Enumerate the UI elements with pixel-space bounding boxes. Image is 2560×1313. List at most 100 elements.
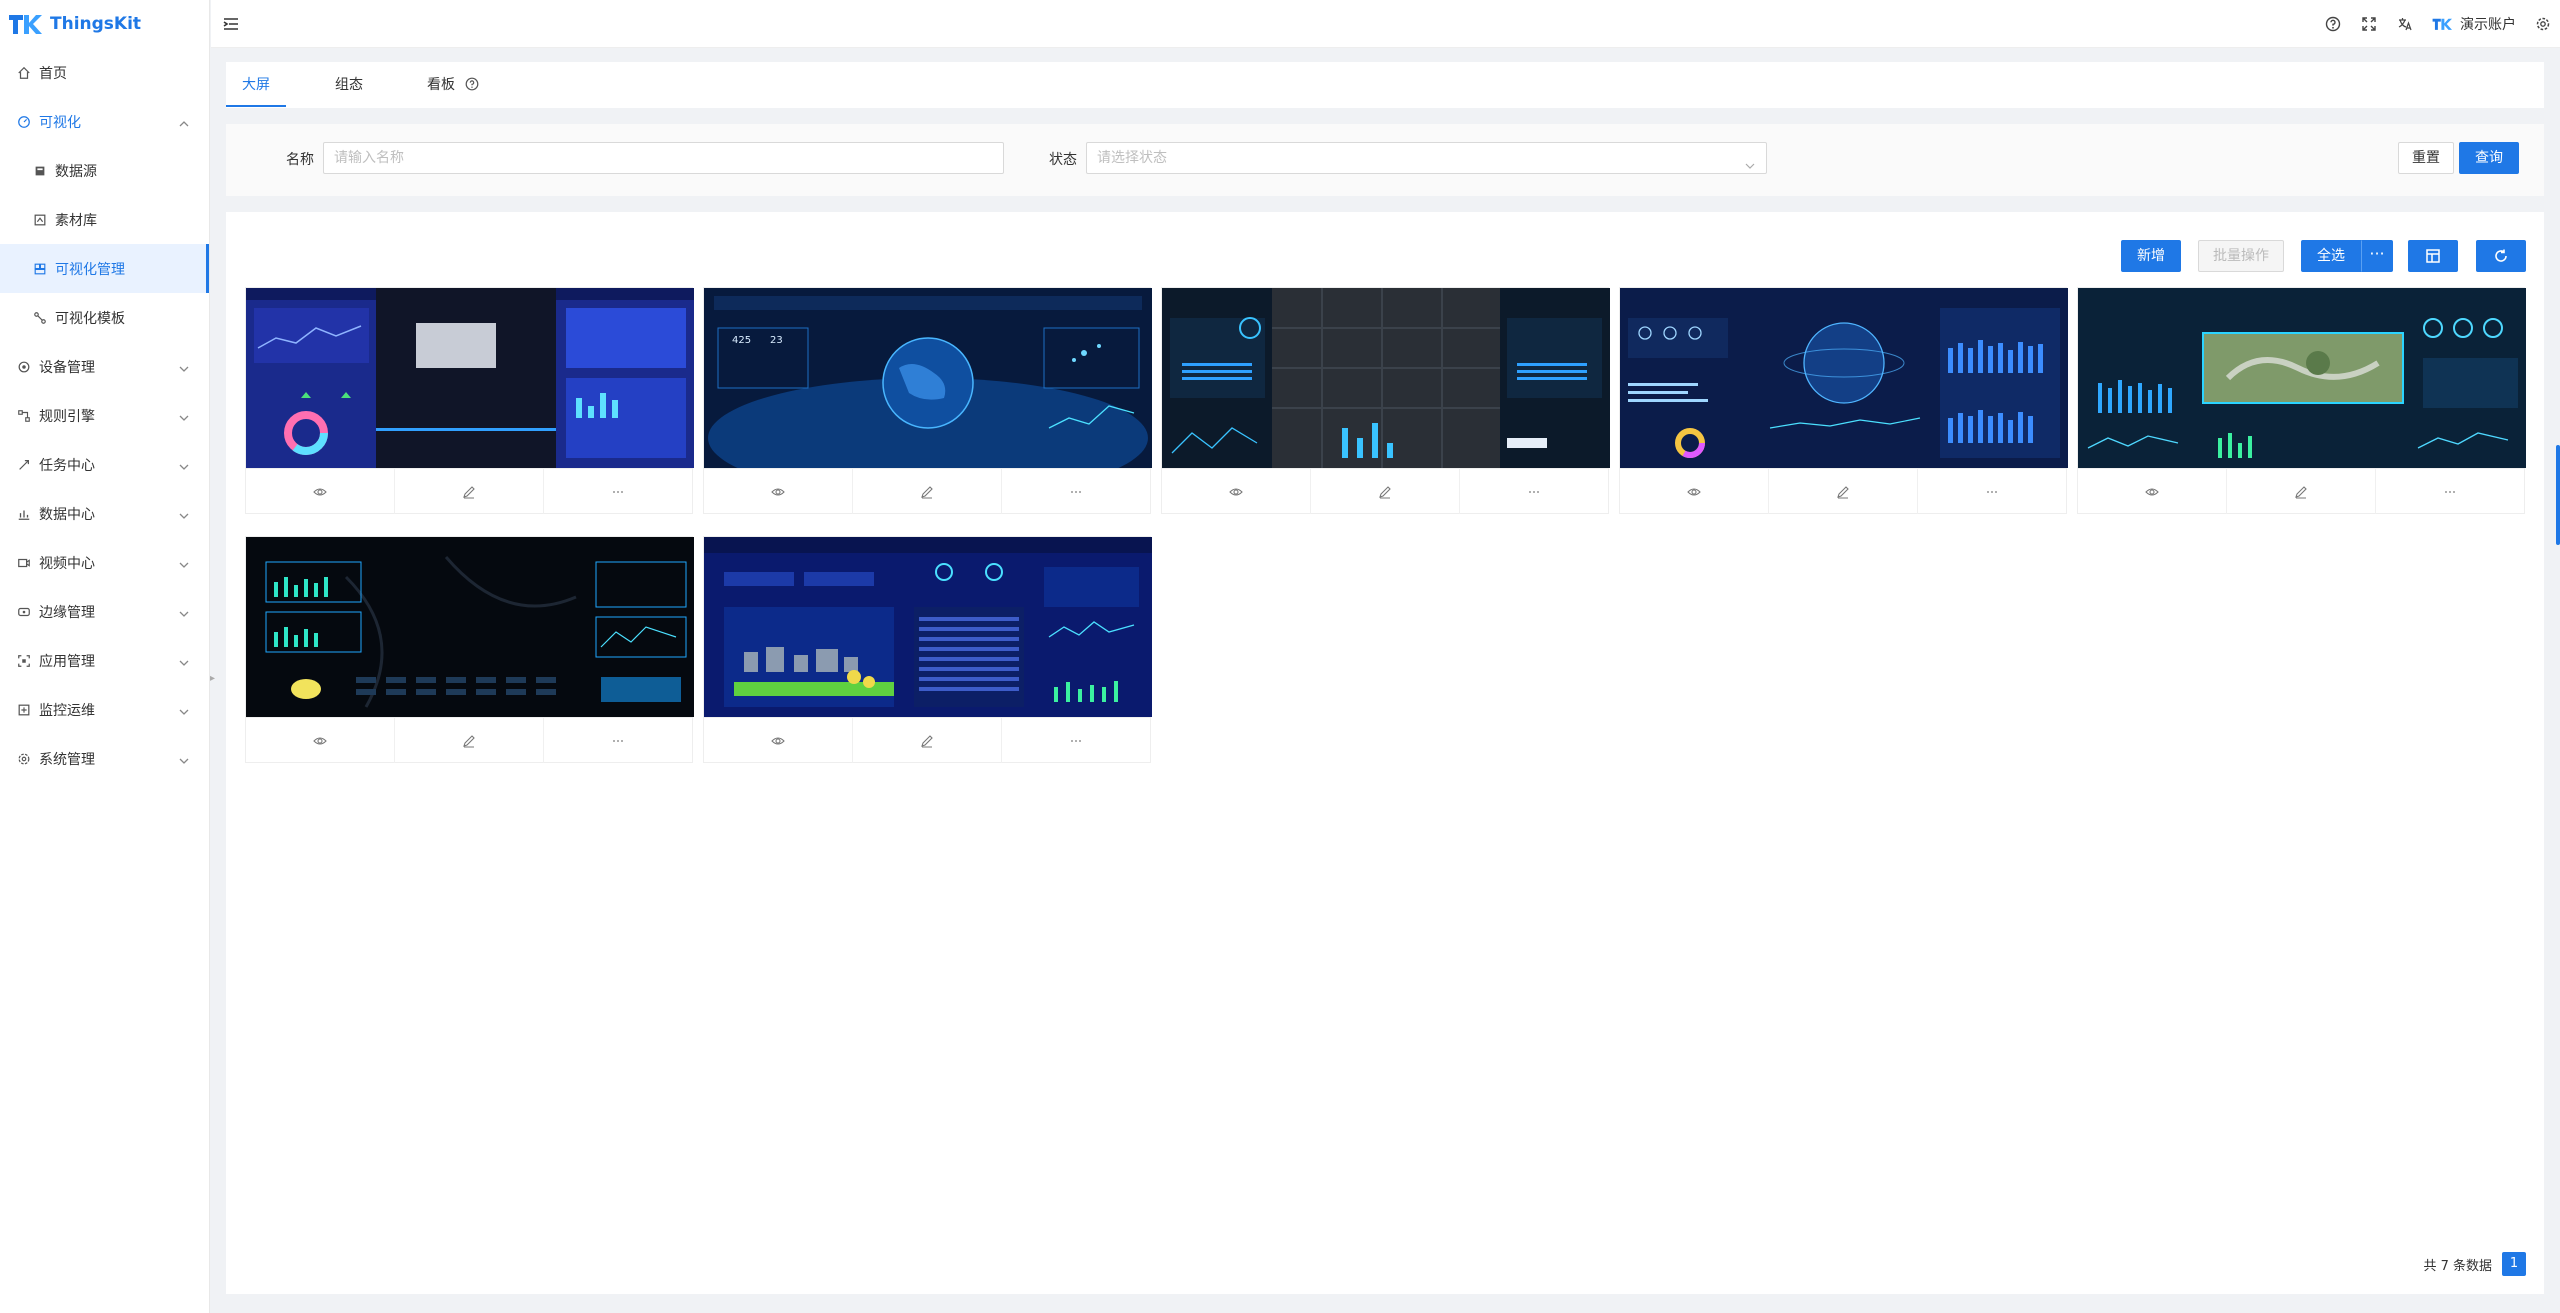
edit-pencil-icon[interactable] (2226, 469, 2375, 514)
preview-eye-icon[interactable] (704, 469, 852, 514)
chevron-up-icon (179, 117, 189, 127)
tab-label: 看板 (427, 77, 455, 93)
status-select[interactable]: 请选择状态 (1086, 142, 1767, 174)
edit-pencil-icon[interactable] (394, 718, 543, 763)
card-actions (704, 468, 1150, 514)
edit-pencil-icon[interactable] (852, 469, 1001, 514)
logo[interactable]: ThingsKit (0, 0, 209, 48)
edit-pencil-icon[interactable] (1768, 469, 1917, 514)
name-input[interactable] (323, 142, 1004, 174)
sidebar-item-home[interactable]: 首页 (0, 48, 209, 97)
tab-big-screen[interactable]: 大屏 (242, 62, 270, 108)
question-circle-icon[interactable] (465, 64, 479, 91)
avatar (2432, 16, 2452, 32)
svg-text:425: 425 (732, 335, 751, 346)
card-actions (246, 717, 692, 763)
screen-thumbnail[interactable] (246, 537, 694, 717)
sidebar-item-rule-engine[interactable]: 规则引擎 (0, 391, 209, 440)
status-select-placeholder: 请选择状态 (1097, 150, 1167, 166)
thingskit-logo-icon (8, 12, 42, 36)
screen-card[interactable] (245, 287, 694, 514)
screen-thumbnail[interactable] (704, 537, 1152, 717)
task-icon (16, 457, 32, 473)
screen-thumbnail[interactable]: 425 23 (704, 288, 1152, 468)
layout-toggle-button[interactable] (2408, 240, 2458, 272)
refresh-button[interactable] (2476, 240, 2526, 272)
sidebar-item-visualization-template[interactable]: 可视化模板 (0, 293, 209, 342)
more-ellipsis-icon[interactable] (543, 469, 692, 514)
chevron-down-icon (1744, 153, 1756, 169)
sidebar-item-material[interactable]: 素材库 (0, 195, 209, 244)
sidebar-item-data-center[interactable]: 数据中心 (0, 489, 209, 538)
screen-thumbnail[interactable] (2078, 288, 2526, 468)
preview-eye-icon[interactable] (1620, 469, 1768, 514)
screen-card[interactable] (1619, 287, 2068, 514)
screen-thumbnail[interactable] (1620, 288, 2068, 468)
edit-pencil-icon[interactable] (852, 718, 1001, 763)
select-all-button[interactable]: 全选 (2301, 240, 2361, 272)
sidebar-item-datasource[interactable]: 数据源 (0, 146, 209, 195)
rule-icon (16, 408, 32, 424)
sidebar-item-label: 系统管理 (39, 751, 95, 768)
sidebar-item-monitor[interactable]: 监控运维 (0, 685, 209, 734)
sidebar-item-app-manage[interactable]: 应用管理 (0, 636, 209, 685)
sidebar-collapse-handle[interactable]: ▸ (210, 670, 220, 688)
chart-manage-icon (32, 261, 48, 277)
translate-icon[interactable] (2396, 15, 2414, 33)
user-menu[interactable]: 演示账户 (2432, 14, 2516, 34)
screen-card[interactable]: 425 23 (703, 287, 1152, 514)
more-ellipsis-icon[interactable] (543, 718, 692, 763)
preview-eye-icon[interactable] (1162, 469, 1310, 514)
tab-configuration[interactable]: 组态 (335, 62, 363, 108)
menu-fold-icon[interactable] (221, 14, 241, 34)
preview-eye-icon[interactable] (246, 469, 394, 514)
edit-pencil-icon[interactable] (394, 469, 543, 514)
sidebar-item-device[interactable]: 设备管理 (0, 342, 209, 391)
batch-operation-button[interactable]: 批量操作 (2198, 240, 2284, 272)
query-button[interactable]: 查询 (2459, 142, 2519, 174)
select-more-button[interactable]: ··· (2361, 240, 2393, 272)
edit-pencil-icon[interactable] (1310, 469, 1459, 514)
preview-eye-icon[interactable] (246, 718, 394, 763)
sidebar-item-task-center[interactable]: 任务中心 (0, 440, 209, 489)
sidebar-item-system[interactable]: 系统管理 (0, 734, 209, 783)
sidebar-item-edge[interactable]: 边缘管理 (0, 587, 209, 636)
screen-card[interactable] (703, 536, 1152, 763)
fullscreen-icon[interactable] (2360, 15, 2378, 33)
sidebar-item-label: 边缘管理 (39, 604, 95, 621)
sidebar-item-label: 数据中心 (39, 506, 95, 523)
tab-active-indicator (226, 105, 286, 107)
sidebar-item-visualization[interactable]: 可视化 (0, 97, 209, 146)
screen-card[interactable] (2077, 287, 2526, 514)
add-button[interactable]: 新增 (2121, 240, 2181, 272)
gear-icon[interactable] (2534, 15, 2552, 33)
sidebar-item-label: 素材库 (55, 212, 97, 229)
sidebar-item-label: 任务中心 (39, 457, 95, 474)
device-icon (16, 359, 32, 375)
page-button-current[interactable]: 1 (2502, 1252, 2526, 1276)
preview-eye-icon[interactable] (2078, 469, 2226, 514)
sidebar-item-video-center[interactable]: 视频中心 (0, 538, 209, 587)
tab-kanban[interactable]: 看板 (427, 62, 479, 108)
screen-thumbnail[interactable] (246, 288, 694, 468)
screen-thumbnail[interactable] (1162, 288, 1610, 468)
header-actions: 演示账户 (2324, 0, 2552, 48)
card-actions (1162, 468, 1608, 514)
more-ellipsis-icon[interactable] (2375, 469, 2524, 514)
preview-eye-icon[interactable] (704, 718, 852, 763)
more-ellipsis-icon[interactable] (1001, 469, 1150, 514)
screen-card[interactable] (245, 536, 694, 763)
scrollbar-thumb[interactable] (2556, 445, 2560, 545)
help-icon[interactable] (2324, 15, 2342, 33)
tab-label: 组态 (335, 77, 363, 93)
edge-icon (16, 604, 32, 620)
video-icon (16, 555, 32, 571)
sidebar-item-visualization-manage[interactable]: 可视化管理 (0, 244, 209, 293)
more-ellipsis-icon[interactable] (1001, 718, 1150, 763)
sidebar-item-label: 可视化模板 (55, 310, 125, 327)
reset-button[interactable]: 重置 (2398, 142, 2454, 174)
more-ellipsis-icon[interactable] (1917, 469, 2066, 514)
sidebar-item-label: 首页 (39, 65, 67, 82)
more-ellipsis-icon[interactable] (1459, 469, 1608, 514)
screen-card[interactable] (1161, 287, 1610, 514)
